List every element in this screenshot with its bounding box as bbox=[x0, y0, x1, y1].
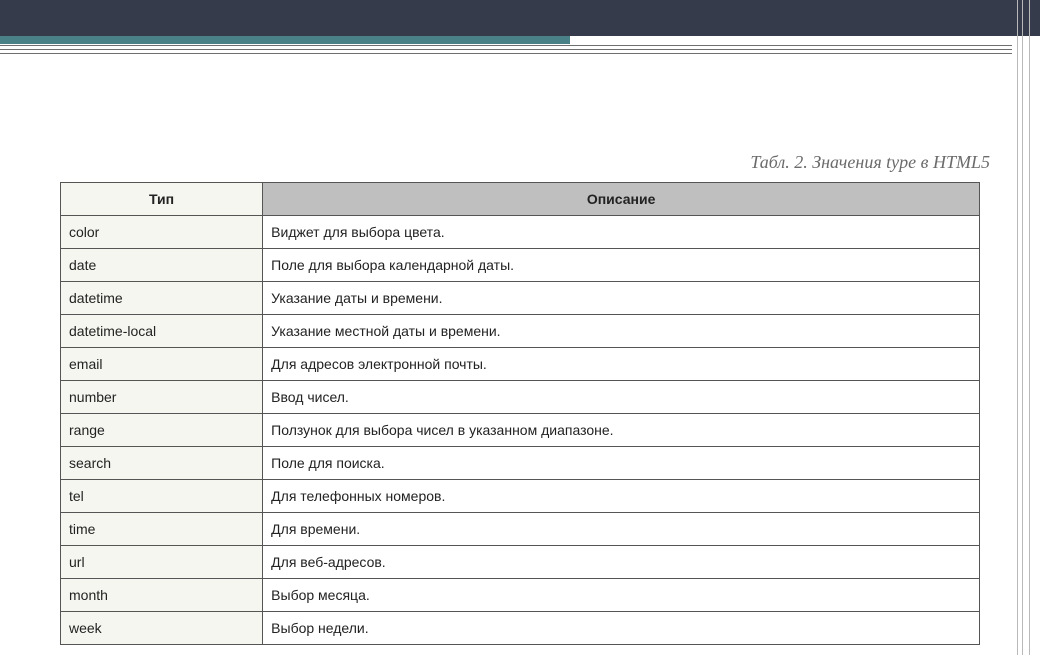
cell-desc: Для адресов электронной почты. bbox=[263, 348, 980, 381]
cell-type: range bbox=[61, 414, 263, 447]
cell-type: number bbox=[61, 381, 263, 414]
cell-type: search bbox=[61, 447, 263, 480]
slide-background: Табл. 2. Значения type в HTML5 Тип Описа… bbox=[0, 0, 1040, 655]
header-type: Тип bbox=[61, 183, 263, 216]
table-row: dateПоле для выбора календарной даты. bbox=[61, 249, 980, 282]
table-row: weekВыбор недели. bbox=[61, 612, 980, 645]
cell-desc: Для телефонных номеров. bbox=[263, 480, 980, 513]
cell-type: datetime-local bbox=[61, 315, 263, 348]
divider-line bbox=[0, 53, 1012, 54]
table-row: emailДля адресов электронной почты. bbox=[61, 348, 980, 381]
divider-line bbox=[0, 49, 1012, 50]
right-vertical-rule bbox=[1017, 0, 1018, 655]
cell-type: url bbox=[61, 546, 263, 579]
cell-type: datetime bbox=[61, 282, 263, 315]
cell-desc: Указание даты и времени. bbox=[263, 282, 980, 315]
header-band bbox=[0, 0, 1040, 36]
right-vertical-rule bbox=[1022, 0, 1030, 655]
cell-desc: Для веб-адресов. bbox=[263, 546, 980, 579]
table-row: datetime-localУказание местной даты и вр… bbox=[61, 315, 980, 348]
table-row: datetimeУказание даты и времени. bbox=[61, 282, 980, 315]
table-row: telДля телефонных номеров. bbox=[61, 480, 980, 513]
cell-type: color bbox=[61, 216, 263, 249]
table-row: numberВвод чисел. bbox=[61, 381, 980, 414]
table-row: colorВиджет для выбора цвета. bbox=[61, 216, 980, 249]
table-container: Тип Описание colorВиджет для выбора цвет… bbox=[60, 182, 980, 645]
cell-desc: Для времени. bbox=[263, 513, 980, 546]
cell-desc: Выбор недели. bbox=[263, 612, 980, 645]
cell-type: month bbox=[61, 579, 263, 612]
table-row: rangeПолзунок для выбора чисел в указанн… bbox=[61, 414, 980, 447]
cell-desc: Виджет для выбора цвета. bbox=[263, 216, 980, 249]
cell-desc: Поле для выбора календарной даты. bbox=[263, 249, 980, 282]
cell-type: week bbox=[61, 612, 263, 645]
accent-bar bbox=[0, 36, 570, 44]
table-row: searchПоле для поиска. bbox=[61, 447, 980, 480]
cell-type: date bbox=[61, 249, 263, 282]
type-values-table: Тип Описание colorВиджет для выбора цвет… bbox=[60, 182, 980, 645]
cell-type: tel bbox=[61, 480, 263, 513]
cell-desc: Поле для поиска. bbox=[263, 447, 980, 480]
cell-desc: Ввод чисел. bbox=[263, 381, 980, 414]
cell-type: time bbox=[61, 513, 263, 546]
cell-desc: Ползунок для выбора чисел в указанном ди… bbox=[263, 414, 980, 447]
cell-desc: Указание местной даты и времени. bbox=[263, 315, 980, 348]
divider-line bbox=[0, 45, 1012, 46]
table-row: monthВыбор месяца. bbox=[61, 579, 980, 612]
table-row: urlДля веб-адресов. bbox=[61, 546, 980, 579]
table-caption: Табл. 2. Значения type в HTML5 bbox=[750, 152, 990, 173]
cell-type: email bbox=[61, 348, 263, 381]
header-desc: Описание bbox=[263, 183, 980, 216]
cell-desc: Выбор месяца. bbox=[263, 579, 980, 612]
table-row: timeДля времени. bbox=[61, 513, 980, 546]
table-header-row: Тип Описание bbox=[61, 183, 980, 216]
